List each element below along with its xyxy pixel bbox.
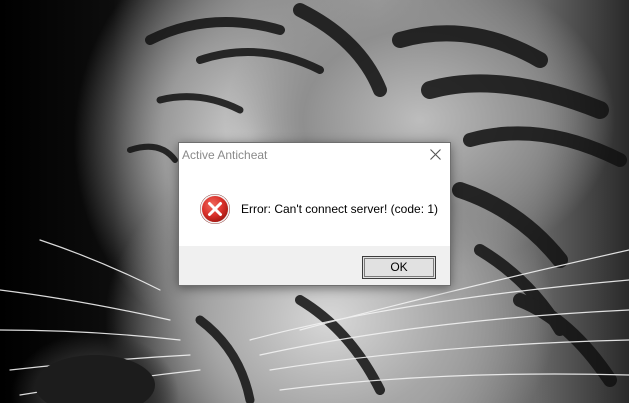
ok-button[interactable]: OK	[362, 256, 436, 279]
close-icon	[430, 149, 441, 160]
dialog-content: Error: Can't connect server! (code: 1)	[179, 167, 450, 246]
close-button[interactable]	[420, 143, 450, 167]
error-message: Error: Can't connect server! (code: 1)	[241, 202, 439, 216]
error-icon	[200, 194, 230, 224]
desktop: Active Anticheat Error: Can't connect se…	[0, 0, 629, 403]
dialog-title: Active Anticheat	[182, 148, 268, 162]
dialog-titlebar[interactable]: Active Anticheat	[179, 143, 450, 167]
error-dialog: Active Anticheat Error: Can't connect se…	[178, 142, 451, 286]
dialog-footer: OK	[179, 246, 450, 285]
